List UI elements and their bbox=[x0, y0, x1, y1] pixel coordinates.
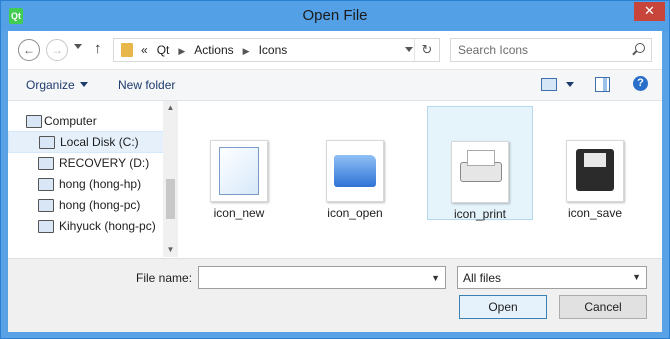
drive-icon bbox=[39, 136, 55, 149]
network-drive-icon bbox=[38, 199, 54, 212]
dialog-footer: File name: ▼ All files ▼ Open Cancel bbox=[8, 258, 662, 332]
refresh-icon[interactable]: ↻ bbox=[414, 39, 439, 61]
search-icon[interactable] bbox=[635, 43, 645, 53]
file-item-icon-save[interactable]: icon_save bbox=[543, 106, 647, 220]
preview-pane-icon[interactable] bbox=[595, 77, 610, 92]
navigation-pane: Computer Local Disk (C:) RECOVERY (D:) h… bbox=[8, 101, 178, 257]
file-name-field[interactable]: ▼ bbox=[198, 266, 446, 289]
organize-label: Organize bbox=[26, 78, 75, 92]
cancel-button[interactable]: Cancel bbox=[559, 295, 647, 319]
breadcrumb-overflow[interactable]: « bbox=[141, 43, 148, 57]
search-input[interactable]: Search Icons bbox=[450, 38, 652, 62]
navigation-bar: ← → ↑ « Qt ▶ Actions ▶ Icons ↻ Search Icons bbox=[8, 31, 662, 70]
file-name-label: File name: bbox=[136, 271, 193, 285]
open-button[interactable]: Open bbox=[459, 295, 547, 319]
file-name-label: icon_save bbox=[567, 206, 623, 220]
back-button[interactable]: ← bbox=[18, 39, 40, 61]
new-file-icon bbox=[210, 140, 268, 202]
breadcrumb-qt[interactable]: Qt bbox=[157, 43, 170, 57]
scrollbar-thumb[interactable] bbox=[166, 179, 175, 219]
organize-menu-button[interactable]: Organize bbox=[26, 78, 88, 92]
file-type-select[interactable]: All files ▼ bbox=[457, 266, 647, 289]
breadcrumb-actions[interactable]: Actions bbox=[194, 43, 233, 57]
sidebar-item-label: Computer bbox=[44, 114, 97, 128]
file-name-label: icon_new bbox=[213, 206, 265, 220]
search-placeholder: Search Icons bbox=[458, 43, 529, 57]
folder-icon bbox=[121, 43, 133, 57]
title-bar[interactable]: Qt Open File ✕ bbox=[1, 1, 669, 31]
chevron-down-icon bbox=[79, 82, 88, 87]
sidebar-item-kihyuck-hong-pc[interactable]: Kihyuck (hong-pc) bbox=[8, 216, 162, 236]
dialog-client: ← → ↑ « Qt ▶ Actions ▶ Icons ↻ Search Icons O… bbox=[8, 31, 662, 332]
up-button[interactable]: ↑ bbox=[94, 40, 102, 57]
help-icon[interactable]: ? bbox=[633, 76, 648, 91]
sidebar-item-label: hong (hong-hp) bbox=[59, 177, 142, 191]
file-name-label: icon_open bbox=[327, 206, 383, 220]
command-toolbar: Organize New folder ? bbox=[8, 70, 662, 101]
network-drive-icon bbox=[38, 178, 54, 191]
chevron-down-icon: ▼ bbox=[632, 272, 641, 282]
chevron-down-icon[interactable]: ▼ bbox=[431, 273, 440, 283]
open-file-dialog: Qt Open File ✕ ← → ↑ « Qt ▶ Actions ▶ Icons ↻… bbox=[0, 0, 670, 339]
address-history-dropdown[interactable] bbox=[405, 47, 413, 52]
floppy-disk-icon bbox=[566, 140, 624, 202]
sidebar-item-label: Local Disk (C:) bbox=[60, 135, 139, 149]
close-button[interactable]: ✕ bbox=[634, 2, 665, 21]
view-options-dropdown[interactable] bbox=[566, 82, 574, 87]
file-item-icon-new[interactable]: icon_new bbox=[187, 106, 291, 220]
sidebar-item-recovery-d[interactable]: RECOVERY (D:) bbox=[8, 153, 162, 173]
chevron-right-icon[interactable]: ▶ bbox=[178, 46, 185, 56]
window-title: Open File bbox=[302, 7, 368, 24]
sidebar-item-hong-hong-hp[interactable]: hong (hong-hp) bbox=[8, 174, 162, 194]
file-item-icon-open[interactable]: icon_open bbox=[303, 106, 407, 220]
file-type-value: All files bbox=[463, 271, 502, 285]
sidebar-item-label: Kihyuck (hong-pc) bbox=[59, 219, 156, 233]
sidebar-item-computer[interactable]: Computer bbox=[8, 111, 162, 131]
sidebar-item-label: hong (hong-pc) bbox=[59, 198, 141, 212]
file-name-label: icon_print bbox=[453, 207, 507, 221]
forward-button[interactable]: → bbox=[46, 39, 68, 61]
chevron-right-icon[interactable]: ▶ bbox=[243, 46, 250, 56]
printer-icon bbox=[451, 141, 509, 203]
open-folder-icon bbox=[326, 140, 384, 202]
scroll-up-button[interactable]: ▲ bbox=[163, 101, 178, 115]
address-bar[interactable]: « Qt ▶ Actions ▶ Icons ↻ bbox=[113, 38, 440, 62]
recent-locations-dropdown[interactable] bbox=[74, 44, 82, 49]
navigation-pane-scrollbar[interactable]: ▲ ▼ bbox=[163, 101, 178, 257]
computer-icon bbox=[26, 115, 42, 128]
change-view-icon[interactable] bbox=[541, 78, 557, 91]
sidebar-item-label: RECOVERY (D:) bbox=[59, 156, 150, 170]
file-item-icon-print[interactable]: icon_print bbox=[427, 106, 533, 221]
scroll-down-button[interactable]: ▼ bbox=[163, 243, 178, 257]
drive-icon bbox=[38, 157, 54, 170]
network-drive-icon bbox=[38, 220, 54, 233]
breadcrumb: « Qt ▶ Actions ▶ Icons bbox=[141, 43, 296, 57]
new-folder-button[interactable]: New folder bbox=[118, 78, 175, 92]
file-list: icon_new icon_open icon_print icon_save bbox=[179, 101, 662, 257]
breadcrumb-icons[interactable]: Icons bbox=[259, 43, 288, 57]
sidebar-item-hong-hong-pc[interactable]: hong (hong-pc) bbox=[8, 195, 162, 215]
sidebar-item-local-disk-c[interactable]: Local Disk (C:) bbox=[8, 131, 164, 153]
